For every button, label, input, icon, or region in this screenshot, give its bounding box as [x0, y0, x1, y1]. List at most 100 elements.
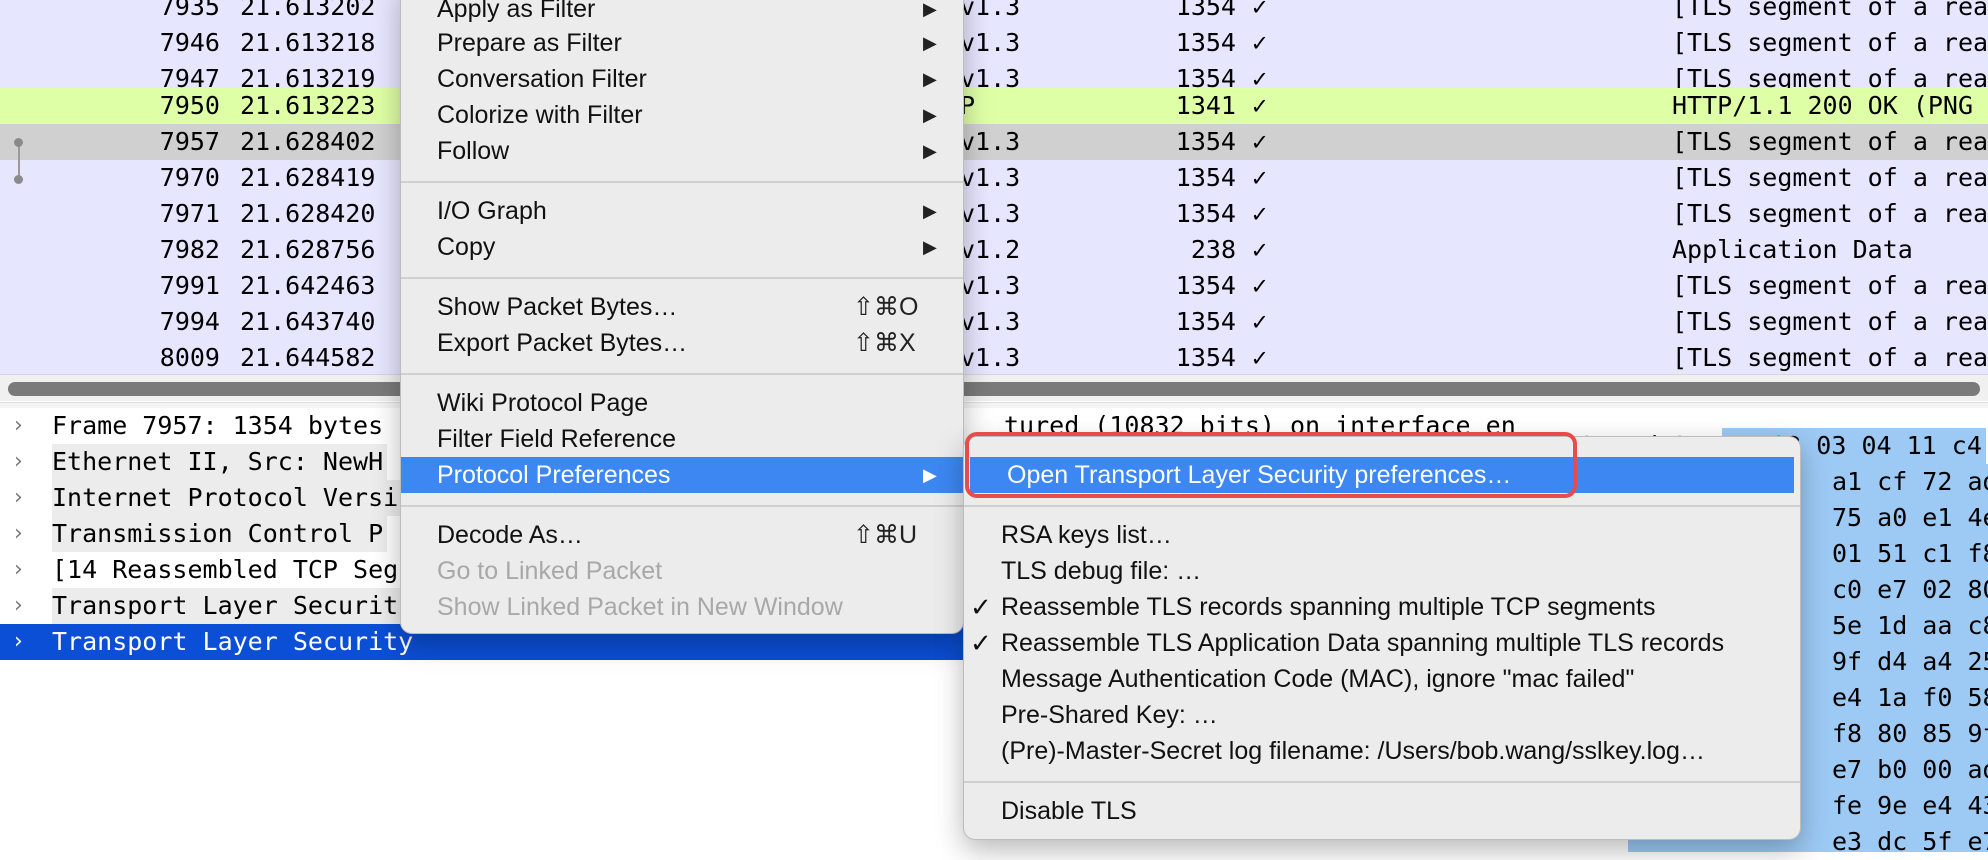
- chevron-right-icon[interactable]: ›: [14, 552, 23, 588]
- menu-item-protocol-preferences[interactable]: Protocol Preferences ▶: [401, 457, 963, 493]
- menu-item-copy[interactable]: Copy ▶: [401, 229, 963, 265]
- submenu-item-rsa-keys-list[interactable]: RSA keys list…: [964, 517, 1800, 553]
- submenu-arrow-icon: ▶: [923, 33, 937, 53]
- packet-time: 21.613202: [240, 0, 376, 21]
- submenu-item-reassemble-app-data[interactable]: ✓ Reassemble TLS Application Data spanni…: [964, 625, 1800, 661]
- packet-list[interactable]: 7935 21.613202 v1.3 1354 ✓ [TLS segment …: [0, 0, 1988, 374]
- packet-length: 1354: [1175, 0, 1236, 21]
- bytes-hex-highlighted: 01 51 c1 f8: [1832, 539, 1988, 568]
- menu-item-label: Follow: [437, 137, 510, 165]
- packet-length: 1354: [1175, 271, 1236, 300]
- submenu-item-tls-debug-file[interactable]: TLS debug file: …: [964, 553, 1800, 589]
- packet-info: [TLS segment of a rea: [1672, 343, 1988, 372]
- bytes-hex-highlighted: e7 b0 00 ad: [1832, 755, 1988, 784]
- menu-item-go-to-linked-packet: Go to Linked Packet: [401, 553, 963, 589]
- packet-length: 1354: [1175, 343, 1236, 372]
- menu-item-label: Copy: [437, 233, 496, 261]
- related-packet-dot-icon: [14, 175, 23, 184]
- packet-info: [TLS segment of a rea: [1672, 271, 1988, 300]
- bytes-hex-highlighted: 9f d4 a4 25: [1832, 647, 1988, 676]
- chevron-right-icon[interactable]: ›: [14, 516, 23, 552]
- submenu-arrow-icon: ▶: [923, 465, 937, 485]
- tree-item-label: Transmission Control P: [52, 516, 388, 552]
- menu-item-prepare-as-filter[interactable]: Prepare as Filter ▶: [401, 25, 963, 61]
- bytes-hex-highlighted: a1 cf 72 ad: [1832, 467, 1988, 496]
- menu-item-label: Decode As…: [437, 521, 583, 549]
- submenu-arrow-icon: ▶: [923, 141, 937, 161]
- menu-item-apply-as-filter[interactable]: Apply as Filter ▶: [401, 0, 963, 27]
- shortcut-label: ⇧⌘O: [853, 293, 919, 321]
- packet-checksum-status: ✓: [1252, 307, 1268, 336]
- checkmark-icon: ✓: [970, 628, 992, 658]
- menu-item-label: Reassemble TLS records spanning multiple…: [1001, 593, 1656, 621]
- shortcut-label: ⇧⌘U: [853, 521, 918, 549]
- packet-row[interactable]: 7950 21.613223 P 1341 ✓ HTTP/1.1 200 OK …: [0, 88, 1988, 124]
- packet-row[interactable]: 7994 21.643740 v1.3 1354 ✓ [TLS segment …: [0, 304, 1988, 340]
- menu-item-label: I/O Graph: [437, 197, 547, 225]
- menu-item-follow[interactable]: Follow ▶: [401, 133, 963, 169]
- packet-checksum-status: ✓: [1252, 199, 1268, 228]
- packet-row[interactable]: 7946 21.613218 v1.3 1354 ✓ [TLS segment …: [0, 25, 1988, 61]
- bytes-hex-highlighted: fe 9e e4 43: [1832, 791, 1988, 820]
- packet-row[interactable]: 7991 21.642463 v1.3 1354 ✓ [TLS segment …: [0, 268, 1988, 304]
- packet-checksum-status: ✓: [1252, 235, 1268, 264]
- submenu-item-mac-ignore[interactable]: Message Authentication Code (MAC), ignor…: [964, 661, 1800, 697]
- chevron-right-icon[interactable]: ›: [14, 624, 23, 660]
- chevron-right-icon[interactable]: ›: [14, 480, 23, 516]
- packet-checksum-status: ✓: [1252, 163, 1268, 192]
- menu-item-decode-as[interactable]: Decode As… ⇧⌘U: [401, 517, 963, 553]
- bytes-hex-highlighted: f8 80 85 9f: [1832, 719, 1988, 748]
- menu-item-label: Show Packet Bytes…: [437, 293, 678, 321]
- menu-item-label: Pre-Shared Key: …: [1001, 701, 1218, 729]
- menu-item-label: Conversation Filter: [437, 65, 647, 93]
- packet-checksum-status: ✓: [1252, 271, 1268, 300]
- horizontal-scrollbar[interactable]: [0, 374, 1988, 401]
- packet-checksum-status: ✓: [1252, 127, 1268, 156]
- packet-info: [TLS segment of a rea: [1672, 199, 1988, 228]
- bytes-hex-highlighted: 75 a0 e1 4e: [1832, 503, 1988, 532]
- menu-item-label: Reassemble TLS Application Data spanning…: [1001, 629, 1725, 657]
- packet-info: [TLS segment of a rea: [1672, 307, 1988, 336]
- menu-separator: [401, 373, 963, 375]
- packet-length: 1341: [1175, 91, 1236, 120]
- chevron-right-icon[interactable]: ›: [14, 444, 23, 480]
- packet-number: 8009: [159, 343, 220, 372]
- packet-row[interactable]: 7971 21.628420 v1.3 1354 ✓ [TLS segment …: [0, 196, 1988, 232]
- packet-length: 1354: [1175, 307, 1236, 336]
- chevron-right-icon[interactable]: ›: [14, 408, 23, 444]
- packet-row[interactable]: 7982 21.628756 v1.2 238 ✓ Application Da…: [0, 232, 1988, 268]
- packet-time: 21.628756: [240, 235, 376, 264]
- menu-item-filter-field-reference[interactable]: Filter Field Reference: [401, 421, 963, 457]
- menu-item-label: Show Linked Packet in New Window: [437, 593, 843, 621]
- tree-item-label: Frame 7957: 1354 bytes: [52, 411, 384, 440]
- menu-item-label: (Pre)-Master-Secret log filename: /Users…: [1001, 737, 1705, 765]
- scrollbar-thumb[interactable]: [8, 382, 1980, 396]
- packet-length: 1354: [1175, 127, 1236, 156]
- packet-row-selected[interactable]: 7957 21.628402 v1.3 1354 ✓ [TLS segment …: [0, 124, 1988, 160]
- menu-item-wiki-protocol-page[interactable]: Wiki Protocol Page: [401, 385, 963, 421]
- submenu-item-disable-tls[interactable]: Disable TLS: [964, 793, 1800, 829]
- menu-item-label: Go to Linked Packet: [437, 557, 663, 585]
- packet-checksum-status: ✓: [1252, 91, 1268, 120]
- packet-row[interactable]: 7970 21.628419 v1.3 1354 ✓ [TLS segment …: [0, 160, 1988, 196]
- menu-item-colorize-with-filter[interactable]: Colorize with Filter ▶: [401, 97, 963, 133]
- menu-item-io-graph[interactable]: I/O Graph ▶: [401, 193, 963, 229]
- packet-info: [TLS segment of a rea: [1672, 28, 1988, 57]
- packet-number: 7935: [159, 0, 220, 21]
- menu-item-conversation-filter[interactable]: Conversation Filter ▶: [401, 61, 963, 97]
- context-menu[interactable]: Apply as Filter ▶ Prepare as Filter ▶ Co…: [400, 0, 964, 634]
- packet-row[interactable]: 7935 21.613202 v1.3 1354 ✓ [TLS segment …: [0, 0, 1988, 25]
- chevron-right-icon[interactable]: ›: [14, 588, 23, 624]
- menu-item-export-packet-bytes[interactable]: Export Packet Bytes… ⇧⌘X: [401, 325, 963, 361]
- menu-item-show-packet-bytes[interactable]: Show Packet Bytes… ⇧⌘O: [401, 289, 963, 325]
- menu-item-label: Wiki Protocol Page: [437, 389, 649, 417]
- submenu-item-master-secret-log[interactable]: (Pre)-Master-Secret log filename: /Users…: [964, 733, 1800, 769]
- submenu-arrow-icon: ▶: [923, 0, 937, 19]
- tree-item-label: Transport Layer Securit: [52, 588, 403, 624]
- packet-time: 21.613223: [240, 91, 376, 120]
- packet-number: 7994: [159, 307, 220, 336]
- submenu-item-pre-shared-key[interactable]: Pre-Shared Key: …: [964, 697, 1800, 733]
- packet-row[interactable]: 8009 21.644582 v1.3 1354 ✓ [TLS segment …: [0, 340, 1988, 374]
- menu-separator: [401, 505, 963, 507]
- submenu-item-reassemble-tcp[interactable]: ✓ Reassemble TLS records spanning multip…: [964, 589, 1800, 625]
